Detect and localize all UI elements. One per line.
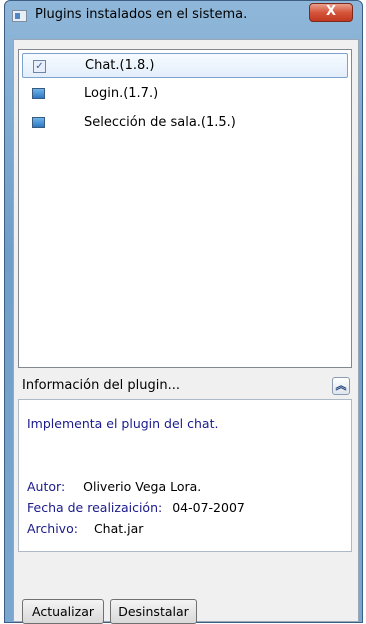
list-item-label: Chat.(1.8.) xyxy=(85,58,155,73)
list-item-label: Selección de sala.(1.5.) xyxy=(84,115,236,130)
author-label: Autor: xyxy=(27,479,66,494)
plugin-info-header: Información del plugin... ︽ xyxy=(18,374,352,398)
author-row: Autor: Oliverio Vega Lora. xyxy=(27,479,201,494)
plugin-info-panel: Implementa el plugin del chat. Autor: Ol… xyxy=(18,399,352,552)
plugins-window: Plugins instalados en el sistema. X ✓ Ch… xyxy=(4,0,363,624)
date-row: Fecha de realizaición: 04-07-2007 xyxy=(27,500,245,515)
author-value: Oliverio Vega Lora. xyxy=(83,479,202,494)
list-item-login[interactable]: Login.(1.7.) xyxy=(22,82,348,107)
plugin-icon xyxy=(32,88,45,99)
title-bar[interactable]: Plugins instalados en el sistema. X xyxy=(5,1,362,31)
list-item-label: Login.(1.7.) xyxy=(84,86,159,101)
file-row: Archivo: Chat.jar xyxy=(27,521,143,536)
plugin-info-title: Información del plugin... xyxy=(22,378,181,393)
window-client-area: ✓ Chat.(1.8.) Login.(1.7.) Selección de … xyxy=(13,39,359,624)
plugin-description: Implementa el plugin del chat. xyxy=(27,416,219,431)
list-item-chat[interactable]: ✓ Chat.(1.8.) xyxy=(22,53,348,78)
plugin-icon xyxy=(32,117,45,128)
update-button[interactable]: Actualizar xyxy=(22,599,104,624)
file-value: Chat.jar xyxy=(93,521,144,536)
plugin-list[interactable]: ✓ Chat.(1.8.) Login.(1.7.) Selección de … xyxy=(18,49,352,368)
uninstall-button[interactable]: Desinstalar xyxy=(110,599,197,624)
collapse-chevron-up-icon[interactable]: ︽ xyxy=(332,377,350,395)
file-label: Archivo: xyxy=(27,521,78,536)
app-window-icon xyxy=(12,10,27,22)
list-item-room-selection[interactable]: Selección de sala.(1.5.) xyxy=(22,111,348,136)
close-button[interactable]: X xyxy=(309,3,353,22)
window-title: Plugins instalados en el sistema. xyxy=(35,7,248,22)
checked-checkbox-icon[interactable]: ✓ xyxy=(33,60,46,73)
date-label: Fecha de realizaición: xyxy=(27,500,163,515)
date-value: 04-07-2007 xyxy=(172,500,245,515)
